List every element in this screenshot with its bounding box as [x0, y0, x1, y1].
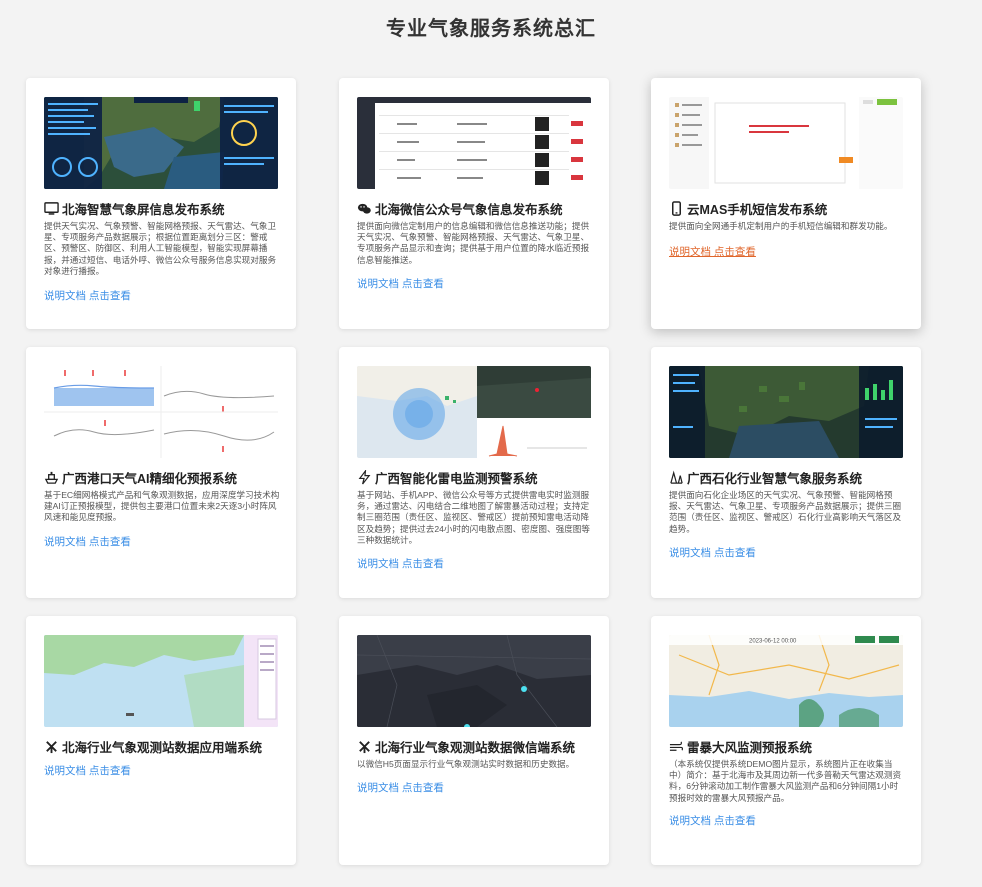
doc-link[interactable]: 说明文档 点击查看: [357, 556, 444, 571]
system-card-guangxi-lightning[interactable]: 广西智能化雷电监测预警系统 基于网站、手机APP、微信公众号等方式提供雷电实时监…: [339, 347, 609, 598]
monitor-icon: [44, 202, 59, 215]
doc-link[interactable]: 说明文档 点击查看: [44, 763, 131, 778]
card-title-text: 广西石化行业智慧气象服务系统: [687, 472, 863, 486]
card-title-text: 北海行业气象观测站数据微信端系统: [375, 741, 576, 755]
screenshot-thumbnail[interactable]: [44, 366, 278, 458]
wechat-admin-image: [357, 97, 591, 189]
windmill-icon: [46, 741, 57, 754]
card-description: 以微信H5页面显示行业气象观测站实时数据和历史数据。: [357, 759, 575, 769]
system-card-guangxi-port-ai[interactable]: 广西港口天气AI精细化预报系统 基于EC细网格模式产品和气象观测数据，应用深度学…: [26, 347, 296, 598]
card-title-text: 雷暴大风监测预报系统: [687, 741, 813, 755]
phone-icon: [672, 201, 681, 216]
storm-date-label: 2023-06-12 00:00: [749, 639, 797, 645]
doc-link[interactable]: 说明文档 点击查看: [357, 780, 444, 795]
station-map-image: [44, 635, 278, 727]
page-title: 专业气象服务系统总汇: [386, 18, 596, 40]
card-title: 北海行业气象观测站数据微信端系统: [357, 737, 603, 756]
card-description: 基于EC细网格模式产品和气象观测数据，应用深度学习技术构建AI订正预报模型，提供…: [44, 490, 280, 523]
card-title: 北海行业气象观测站数据应用端系统: [44, 737, 290, 756]
system-card-guangxi-petrochemical[interactable]: 广西石化行业智慧气象服务系统 提供面向石化企业场区的天气实况、气象预警、智能网格…: [651, 347, 921, 598]
system-card-beihai-screen[interactable]: 北海智慧气象屏信息发布系统 提供天气实况、气象预警、智能网格预报、天气雷达、气象…: [26, 78, 296, 329]
card-title: 云MAS手机短信发布系统: [669, 199, 915, 218]
doc-link[interactable]: 说明文档 点击查看: [44, 534, 131, 549]
card-title: 北海微信公众号气象信息发布系统: [357, 199, 603, 218]
system-card-thunderstorm-wind[interactable]: 2023-06-12 00:00 雷暴大风监测预报系统 （本系统仅提供系统DEM…: [651, 616, 921, 865]
card-description: （本系统仅提供系统DEMO图片显示，系统图片正在收集当中）简介：基于北海市及其周…: [669, 759, 902, 803]
screenshot-thumbnail[interactable]: [44, 635, 278, 727]
card-title-text: 广西港口天气AI精细化预报系统: [62, 472, 238, 486]
card-title-text: 北海行业气象观测站数据应用端系统: [62, 741, 263, 755]
sms-admin-image: [669, 97, 903, 189]
petrochemical-dashboard-image: [669, 366, 903, 458]
system-card-beihai-wechat[interactable]: 北海微信公众号气象信息发布系统 提供面向微信定制用户的信息编辑和微信信息推送功能…: [339, 78, 609, 329]
screenshot-thumbnail[interactable]: [44, 97, 278, 189]
dark-station-map-image: [357, 635, 591, 727]
screenshot-thumbnail[interactable]: [357, 635, 591, 727]
card-description: 提供面向微信定制用户的信息编辑和微信信息推送功能；提供天气实况、气象预警、智能网…: [357, 221, 590, 265]
ship-icon: [44, 471, 59, 484]
doc-link[interactable]: 说明文档 点击查看: [669, 545, 756, 560]
wind-icon: [669, 741, 684, 751]
satellite-dashboard-image: [44, 97, 278, 189]
port-forecast-charts-image: [44, 366, 278, 458]
card-description: 提供面向全网通手机定制用户的手机短信编辑和群发功能。: [669, 221, 893, 231]
windmill-icon: [359, 741, 370, 754]
card-title: 广西港口天气AI精细化预报系统: [44, 468, 290, 487]
system-card-beihai-station-wechat[interactable]: 北海行业气象观测站数据微信端系统 以微信H5页面显示行业气象观测站实时数据和历史…: [339, 616, 609, 865]
doc-link[interactable]: 说明文档 点击查看: [669, 813, 756, 828]
card-description: 提供天气实况、气象预警、智能网格预报、天气雷达、气象卫星、专项服务产品数据展示；…: [44, 221, 277, 276]
factory-icon: [670, 470, 683, 484]
card-title: 广西智能化雷电监测预警系统: [357, 468, 603, 487]
card-description: 提供面向石化企业场区的天气实况、气象预警、智能网格预报、天气雷达、气象卫星、专项…: [669, 490, 902, 534]
card-title-text: 广西智能化雷电监测预警系统: [375, 472, 538, 486]
wechat-icon: [357, 203, 371, 214]
system-card-cloud-mas-sms[interactable]: 云MAS手机短信发布系统 提供面向全网通手机定制用户的手机短信编辑和群发功能。 …: [651, 78, 921, 329]
card-title-text: 云MAS手机短信发布系统: [687, 203, 828, 217]
card-title: 广西石化行业智慧气象服务系统: [669, 468, 915, 487]
screenshot-thumbnail[interactable]: [357, 97, 591, 189]
storm-map-image: 2023-06-12 00:00: [669, 635, 903, 727]
doc-link[interactable]: 说明文档 点击查看: [669, 244, 756, 259]
system-card-beihai-station-app[interactable]: 北海行业气象观测站数据应用端系统 说明文档 点击查看: [26, 616, 296, 865]
screenshot-thumbnail[interactable]: [669, 366, 903, 458]
doc-link[interactable]: 说明文档 点击查看: [44, 288, 131, 303]
screenshot-thumbnail[interactable]: [357, 366, 591, 458]
doc-link[interactable]: 说明文档 点击查看: [357, 276, 444, 291]
lightning-map-image: [357, 366, 591, 458]
card-description: 基于网站、手机APP、微信公众号等方式提供雷电实时监测服务，通过雷达、闪电结合二…: [357, 490, 590, 545]
card-title: 北海智慧气象屏信息发布系统: [44, 199, 290, 218]
card-title-text: 北海智慧气象屏信息发布系统: [62, 203, 225, 217]
screenshot-thumbnail[interactable]: 2023-06-12 00:00: [669, 635, 903, 727]
card-title: 雷暴大风监测预报系统: [669, 737, 915, 756]
screenshot-thumbnail[interactable]: [669, 97, 903, 189]
lightning-icon: [358, 470, 371, 485]
card-title-text: 北海微信公众号气象信息发布系统: [375, 203, 563, 217]
